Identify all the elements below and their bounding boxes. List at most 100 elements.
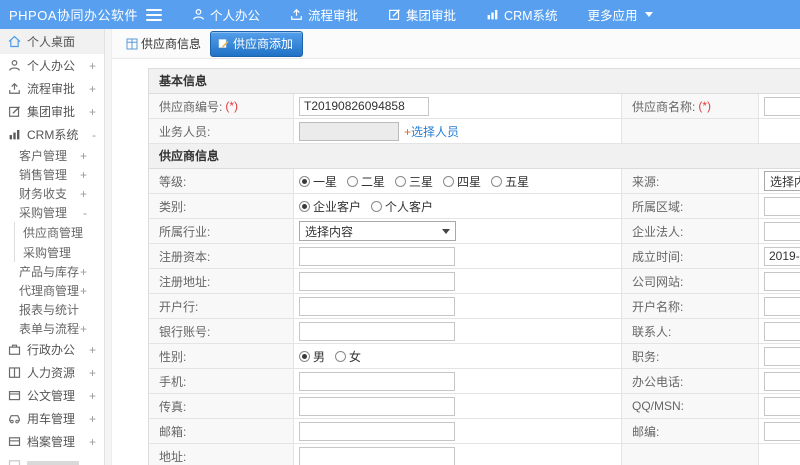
- caret-down-icon: [644, 12, 653, 17]
- office-phone-input[interactable]: [764, 371, 800, 391]
- field-label: 成立时间:: [621, 244, 759, 268]
- expand-icon[interactable]: +: [89, 389, 104, 403]
- select-staff-link[interactable]: +选择人员: [404, 123, 459, 140]
- radio-selected-icon: [299, 200, 310, 212]
- radio-option[interactable]: 三星: [395, 173, 433, 190]
- sidebar-item-product-inventory[interactable]: 产品与库存 +: [0, 262, 104, 281]
- form-row: 手机: 办公电话:: [149, 369, 800, 394]
- sidebar-item-admin-office[interactable]: 行政办公 +: [0, 338, 104, 361]
- source-select[interactable]: 选择内容: [764, 171, 800, 191]
- topnav-workflow-approval[interactable]: 流程审批: [290, 5, 358, 24]
- folder-icon: [8, 458, 21, 465]
- expand-icon[interactable]: +: [89, 105, 104, 119]
- sidebar-item-reports[interactable]: 报表与统计: [0, 300, 104, 319]
- collapse-icon[interactable]: -: [83, 206, 104, 220]
- caret-down-icon: [442, 228, 450, 234]
- supplier-name-input[interactable]: [764, 96, 800, 116]
- sidebar-subgroup: 供应商管理 采购管理: [14, 222, 104, 262]
- form-row: 开户行: 开户名称:: [149, 294, 800, 319]
- expand-icon[interactable]: +: [89, 435, 104, 449]
- topnav-personal-office[interactable]: 个人办公: [192, 5, 260, 24]
- fax-input[interactable]: [299, 396, 455, 416]
- sidebar-item-personal-office[interactable]: 个人办公 +: [0, 54, 104, 77]
- radio-icon: [371, 200, 383, 212]
- expand-icon[interactable]: +: [80, 149, 104, 163]
- chart-icon: [486, 8, 499, 21]
- sidebar-item-supplier-mgmt[interactable]: 供应商管理: [15, 222, 104, 242]
- radio-option[interactable]: 五星: [491, 173, 529, 190]
- expand-icon[interactable]: +: [80, 284, 104, 298]
- sidebar-item-purchasing[interactable]: 采购管理: [15, 242, 104, 262]
- expand-icon[interactable]: +: [89, 412, 104, 426]
- field-label: 企业法人:: [621, 219, 759, 243]
- contact-input[interactable]: [764, 321, 800, 341]
- sidebar-item-customer-mgmt[interactable]: 客户管理 +: [0, 146, 104, 165]
- expand-icon[interactable]: +: [89, 82, 104, 96]
- account-name-input[interactable]: [764, 296, 800, 316]
- sidebar-item-vehicle-mgmt[interactable]: 用车管理 +: [0, 407, 104, 430]
- sidebar-item-crm[interactable]: CRM系统 -: [0, 123, 104, 146]
- address-input[interactable]: [299, 446, 455, 465]
- registered-capital-input[interactable]: [299, 246, 455, 266]
- founded-date-input[interactable]: [764, 246, 800, 266]
- sidebar-item-partial[interactable]: [0, 453, 104, 465]
- zip-input[interactable]: [764, 421, 800, 441]
- expand-icon[interactable]: +: [89, 59, 104, 73]
- collapse-icon[interactable]: -: [92, 128, 104, 142]
- sidebar-item-document-mgmt[interactable]: 公文管理 +: [0, 384, 104, 407]
- expand-icon[interactable]: +: [89, 343, 104, 357]
- form-row: 银行账号: 联系人:: [149, 319, 800, 344]
- sidebar-item-form-flow-settings[interactable]: 表单与流程设置 +: [0, 319, 104, 338]
- menu-toggle-icon[interactable]: [146, 8, 162, 21]
- expand-icon[interactable]: +: [89, 366, 104, 380]
- archive-icon: [8, 435, 21, 448]
- sidebar-item-hr[interactable]: 人力资源 +: [0, 361, 104, 384]
- expand-icon[interactable]: +: [80, 168, 104, 182]
- field-label: 等级:: [149, 169, 294, 193]
- sidebar-item-purchase-mgmt[interactable]: 采购管理 -: [0, 203, 104, 222]
- sidebar-item-agent-mgmt[interactable]: 代理商管理 +: [0, 281, 104, 300]
- sidebar-item-group-approval[interactable]: 集团审批 +: [0, 100, 104, 123]
- email-input[interactable]: [299, 421, 455, 441]
- radio-option[interactable]: 一星: [299, 173, 337, 190]
- sidebar-item-finance[interactable]: 财务收支 +: [0, 184, 104, 203]
- topnav-more-apps[interactable]: 更多应用: [588, 5, 653, 24]
- radio-option[interactable]: 二星: [347, 173, 385, 190]
- expand-icon[interactable]: +: [80, 322, 104, 336]
- form-row: 注册资本: 成立时间:: [149, 244, 800, 269]
- radio-option[interactable]: 企业客户: [299, 198, 361, 215]
- topnav-crm[interactable]: CRM系统: [486, 5, 558, 24]
- qq-msn-input[interactable]: [764, 396, 800, 416]
- radio-option[interactable]: 男: [299, 348, 325, 365]
- expand-icon[interactable]: +: [80, 187, 104, 201]
- radio-option[interactable]: 个人客户: [371, 198, 433, 215]
- position-input[interactable]: [764, 346, 800, 366]
- sidebar-item-workflow-approval[interactable]: 流程审批 +: [0, 77, 104, 100]
- tab-supplier-add[interactable]: 供应商添加: [210, 30, 304, 57]
- sidebar-item-personal-desktop[interactable]: 个人桌面: [0, 29, 104, 54]
- book-icon: [8, 366, 21, 379]
- sidebar-item-archive-mgmt[interactable]: 档案管理 +: [0, 430, 104, 453]
- edit-icon: [8, 105, 21, 118]
- bank-account-input[interactable]: [299, 321, 455, 341]
- region-input[interactable]: [764, 196, 800, 216]
- registered-address-input[interactable]: [299, 271, 455, 291]
- radio-option[interactable]: 女: [335, 348, 361, 365]
- supplier-code-input[interactable]: [299, 96, 429, 116]
- industry-select[interactable]: 选择内容: [299, 221, 456, 241]
- tab-supplier-info[interactable]: 供应商信息: [126, 35, 201, 52]
- legal-person-input[interactable]: [764, 221, 800, 241]
- topnav-group-approval[interactable]: 集团审批: [388, 5, 456, 24]
- field-label: 所属区域:: [621, 194, 759, 218]
- bank-input[interactable]: [299, 296, 455, 316]
- radio-option[interactable]: 四星: [443, 173, 481, 190]
- level-radio-group: 一星 二星 三星 四星 五星: [299, 173, 529, 190]
- sidebar-item-sales-mgmt[interactable]: 销售管理 +: [0, 165, 104, 184]
- business-staff-input[interactable]: [299, 121, 399, 141]
- mobile-input[interactable]: [299, 371, 455, 391]
- website-input[interactable]: [764, 271, 800, 291]
- field-label: 所属行业:: [149, 219, 294, 243]
- upload-icon: [8, 82, 21, 95]
- field-label: 注册地址:: [149, 269, 294, 293]
- expand-icon[interactable]: +: [80, 265, 104, 279]
